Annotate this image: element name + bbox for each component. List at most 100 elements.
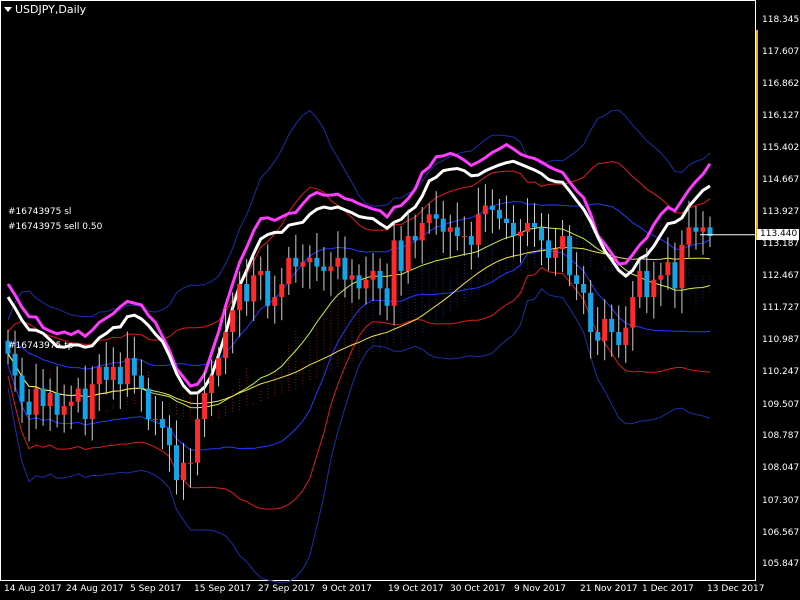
candle-body — [131, 358, 137, 376]
candle-body — [300, 262, 306, 267]
candle-body — [623, 327, 629, 346]
price-tick: 110.987 — [762, 335, 800, 346]
candle-body — [307, 257, 313, 263]
candle-body — [124, 358, 130, 385]
candle-body — [539, 227, 545, 241]
candle-body — [679, 244, 685, 289]
candle-body — [321, 266, 327, 271]
price-tick: 108.047 — [762, 463, 800, 474]
candle-body — [398, 240, 404, 271]
candle-body — [616, 331, 622, 346]
candle-body — [574, 275, 580, 285]
candle-body — [377, 270, 383, 289]
price-tick: 112.467 — [762, 270, 800, 281]
candle-body — [503, 218, 509, 224]
candle-body — [195, 419, 201, 463]
price-tick: 114.667 — [762, 174, 800, 185]
price-tick: 116.127 — [762, 111, 800, 122]
time-tick: 5 Sep 2017 — [130, 584, 182, 594]
candle-body — [693, 227, 699, 232]
candle-body — [328, 266, 334, 271]
candle-body — [145, 388, 151, 420]
candle-body — [546, 240, 552, 258]
candle-body — [496, 209, 502, 219]
candle-body — [349, 275, 355, 280]
candle-body — [637, 270, 643, 298]
candle-body — [166, 427, 172, 446]
price-tick: 111.727 — [762, 302, 800, 313]
price-tick: 106.567 — [762, 527, 800, 538]
candle-body — [651, 279, 657, 298]
candle-body — [173, 445, 179, 481]
candle-body — [461, 236, 467, 238]
candle-body — [138, 375, 144, 389]
time-tick: 24 Aug 2017 — [66, 584, 124, 594]
price-tick: 107.307 — [762, 495, 800, 506]
candle-body — [630, 297, 636, 328]
current-price-box: 113.440 — [757, 229, 799, 240]
candle-body — [244, 284, 250, 302]
candle-body — [89, 384, 95, 420]
price-tick: 109.507 — [762, 399, 800, 410]
candle-body — [405, 236, 411, 271]
candle-body — [581, 284, 587, 293]
candle-body — [335, 257, 341, 267]
candle-body — [223, 331, 229, 359]
candle-body — [665, 262, 671, 276]
candle-body — [279, 284, 285, 298]
candle-body — [33, 388, 39, 415]
candle-body — [468, 236, 474, 245]
time-tick: 21 Nov 2017 — [580, 584, 638, 594]
candle-body — [47, 392, 53, 407]
time-tick: 9 Nov 2017 — [514, 584, 566, 594]
candle-body — [159, 419, 165, 428]
price-tick: 116.862 — [762, 79, 800, 90]
candle-body — [258, 270, 264, 276]
candle-body — [103, 366, 109, 380]
candle-body — [475, 214, 481, 245]
time-tick: 27 Sep 2017 — [258, 584, 316, 594]
candle-body — [110, 366, 116, 380]
candle-body — [96, 366, 102, 385]
time-tick: 14 Aug 2017 — [4, 584, 62, 594]
candle-body — [152, 419, 158, 421]
label-sl: #16743975 sl — [8, 207, 72, 217]
time-tick: 9 Oct 2017 — [322, 584, 372, 594]
candle-body — [524, 223, 530, 232]
candle-body — [686, 227, 692, 245]
candle-body — [560, 236, 566, 250]
candle-body — [602, 318, 608, 341]
candle-body — [181, 462, 186, 481]
candle-body — [419, 223, 425, 241]
price-tick: 108.787 — [762, 431, 800, 442]
candle-body — [370, 270, 376, 280]
candle-body — [12, 353, 18, 376]
candle-body — [356, 275, 362, 289]
candle-body — [75, 388, 81, 402]
candle-body — [482, 205, 488, 215]
price-chart[interactable] — [0, 0, 800, 600]
time-tick: 19 Oct 2017 — [388, 584, 444, 594]
candle-body — [412, 236, 418, 241]
candle-body — [553, 249, 559, 258]
candle-body — [440, 218, 446, 232]
candle-body — [216, 358, 222, 376]
label-tp: #16743975 tp — [8, 341, 74, 351]
candle-body — [230, 310, 236, 332]
time-tick: 13 Dec 2017 — [707, 584, 765, 594]
candle-body — [532, 223, 537, 228]
price-tick: 105.847 — [762, 559, 800, 570]
price-tick: 113.927 — [762, 207, 800, 218]
price-tick: 118.345 — [762, 14, 800, 25]
candle-body — [286, 257, 292, 285]
candle-body — [644, 270, 650, 298]
candle-body — [68, 401, 74, 407]
candle-body — [658, 275, 664, 280]
candle-body — [609, 318, 615, 332]
candle-body — [26, 401, 32, 415]
time-tick: 1 Dec 2017 — [642, 584, 694, 594]
candle-body — [672, 262, 678, 289]
time-tick: 30 Oct 2017 — [450, 584, 506, 594]
candle-body — [426, 214, 432, 224]
candle-body — [188, 462, 194, 464]
